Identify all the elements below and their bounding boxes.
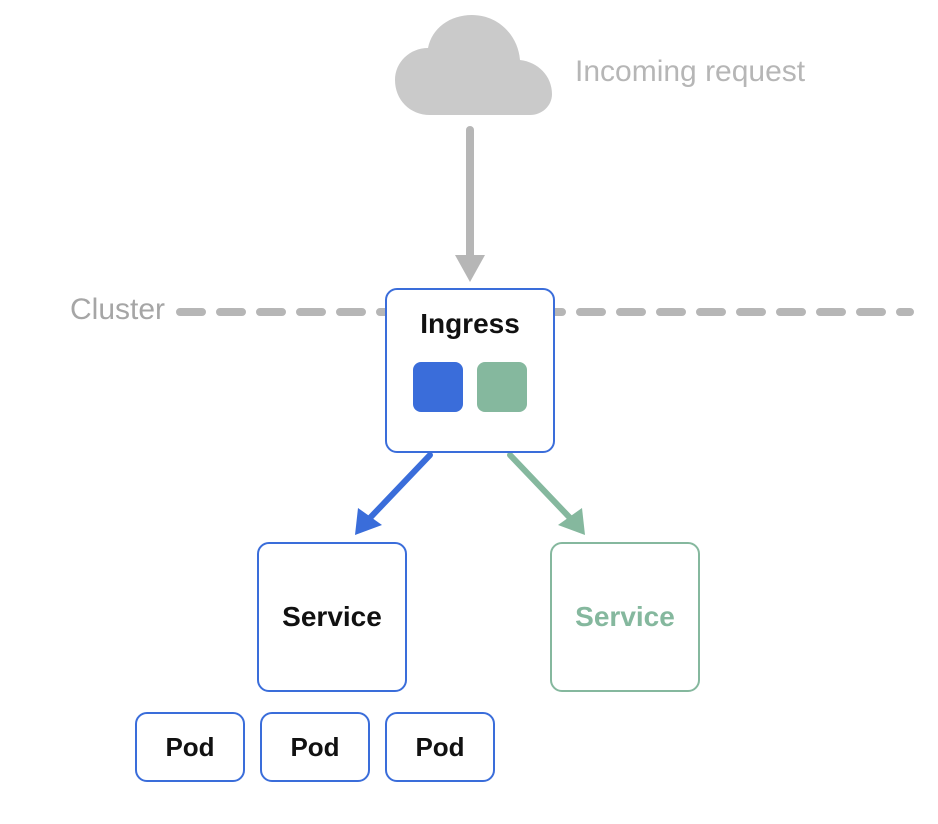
diagram-canvas: { "incoming_label": "Incoming request", … [0, 0, 938, 824]
route-chip-green [477, 362, 527, 412]
service-green-label: Service [575, 601, 675, 633]
service-node-green: Service [550, 542, 700, 692]
ingress-label: Ingress [420, 308, 520, 340]
cluster-label: Cluster [70, 293, 165, 327]
pod-node-3: Pod [385, 712, 495, 782]
ingress-route-chips [413, 362, 527, 412]
pod-node-1: Pod [135, 712, 245, 782]
route-chip-blue [413, 362, 463, 412]
pod-1-label: Pod [165, 732, 214, 763]
arrow-ingress-to-service-blue [355, 455, 430, 535]
cloud-icon [395, 15, 552, 115]
pod-2-label: Pod [290, 732, 339, 763]
arrow-incoming-to-ingress [455, 130, 485, 282]
incoming-request-label: Incoming request [575, 55, 805, 89]
service-blue-label: Service [282, 601, 382, 633]
arrow-ingress-to-service-green [510, 455, 585, 535]
pod-3-label: Pod [415, 732, 464, 763]
ingress-node: Ingress [385, 288, 555, 453]
pod-node-2: Pod [260, 712, 370, 782]
service-node-blue: Service [257, 542, 407, 692]
